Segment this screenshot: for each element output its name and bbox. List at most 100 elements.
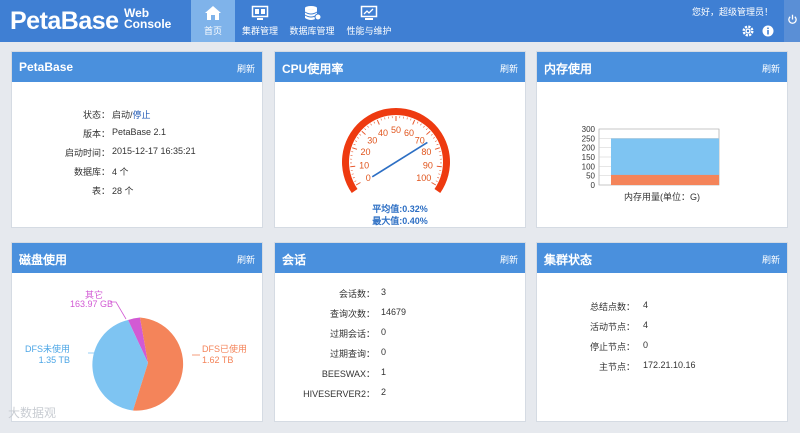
memory-used-bar: [611, 174, 719, 185]
session-row: 查询次数： 14679: [329, 307, 407, 319]
cluster-row: 活动节点： 4: [589, 320, 649, 332]
nav-cluster[interactable]: 集群管理: [237, 0, 283, 42]
gauge-tick: [432, 137, 435, 139]
greeting-text: 您好，超级管理员！: [692, 7, 774, 17]
refresh-button[interactable]: 刷新: [237, 253, 255, 266]
refresh-button[interactable]: 刷新: [500, 62, 518, 75]
session-row: HIVESERVER2： 2: [303, 387, 387, 399]
panel-body: 0 10 20 30 40 50 60 70 80 90 100 平均值:0.32% 最大值:0.4…: [275, 82, 525, 227]
memory-y-tick: 0: [591, 181, 596, 190]
memory-xlabel: 内存用量(单位：G): [624, 191, 700, 202]
memory-y-tick: 50: [586, 172, 595, 181]
disk-pie-chart: 其它 163.97 GB DFS未使用 1.35 TB DFS已使用 1.62 …: [25, 289, 247, 411]
status-label: 状态：: [82, 110, 110, 120]
info-icon[interactable]: [762, 25, 774, 37]
status-row: 状态： 启动/停止: [12, 108, 262, 127]
gauge-tick: [352, 147, 358, 150]
cpu-average: 平均值:0.32%: [372, 203, 428, 214]
session-list: 会话数： 3 查询次数： 14679 过期会话： 0 过期查询： 0 BEESW…: [275, 287, 525, 407]
memory-y-tick: 100: [582, 162, 596, 171]
gauge-tick: [436, 143, 439, 146]
nav-database[interactable]: 数据库管理: [283, 0, 341, 42]
memory-y-tick: 200: [582, 144, 596, 153]
power-icon[interactable]: [787, 14, 798, 25]
nav-performance[interactable]: 性能与维护: [341, 0, 397, 42]
gauge-tick: [416, 121, 419, 124]
refresh-button[interactable]: 刷新: [237, 62, 255, 75]
pie-value-other: 163.97 GB: [70, 299, 113, 309]
panel-body: 总结点数： 4 活动节点： 4 停止节点： 0 主节点： 172.21.10.1…: [537, 273, 787, 421]
panel-disk: 磁盘使用 刷新 其它 163.97 GB DFS未使用 1.35 TB DFS已…: [11, 242, 263, 422]
cpu-gauge: 010203040 50 60708090100 平均值:0.32% 最大值:0.4…: [342, 107, 450, 226]
panel-header: 集群状态 刷新: [537, 243, 787, 273]
panel-header: PetaBase 刷新: [12, 52, 262, 82]
gauge-tick-label: 80: [421, 147, 431, 157]
gauge-tick: [420, 123, 422, 126]
gauge-tick: [364, 128, 367, 131]
start-time-label: 启动时间：: [64, 148, 110, 158]
gauge-tick-label: 20: [361, 147, 371, 157]
pie-value-dfs-unused: 1.35 TB: [39, 355, 70, 365]
panel-header: 会话 刷新: [275, 243, 525, 273]
gauge-tick: [361, 130, 366, 135]
gear-icon[interactable]: [742, 25, 754, 37]
memory-chart: 300250200150100500 内存用量(单位：G): [582, 125, 720, 202]
panel-memory: 内存使用 刷新 300 250 200 150 100 50 0 内存用量(单位：G): [536, 51, 788, 228]
gauge-tick-label: 100: [416, 173, 431, 183]
database-count-label: 数据库：: [73, 167, 110, 177]
table-count-value: 28 个: [112, 186, 134, 196]
gauge-tick: [370, 123, 372, 126]
nav-home-label: 首页: [203, 26, 222, 36]
panel-header: CPU使用率 刷新: [275, 52, 525, 82]
nav-database-label: 数据库管理: [289, 26, 335, 36]
gauge-tick: [438, 173, 441, 175]
version-label: 版本：: [82, 129, 110, 139]
home-icon: [205, 6, 221, 20]
gauge-tick: [430, 133, 433, 136]
gauge-tick: [355, 140, 358, 142]
cluster-list: 总结点数： 4 活动节点： 4 停止节点： 0 主节点： 172.21.10.1…: [537, 300, 787, 380]
nav-cluster-label: 集群管理: [241, 26, 278, 36]
start-time-row: 启动时间： 2015-12-17 16:35:21: [12, 146, 262, 165]
nav-home[interactable]: 首页: [191, 0, 235, 42]
panel-title: PetaBase: [19, 60, 74, 74]
panel-body: 状态： 启动/停止 版本： PetaBase 2.1 启动时间： 2015-12…: [12, 82, 262, 227]
gauge-tick: [436, 165, 442, 168]
version-row: 版本： PetaBase 2.1: [12, 127, 262, 146]
refresh-button[interactable]: 刷新: [762, 62, 780, 75]
gauge-tick: [376, 119, 380, 125]
panel-title: 集群状态: [544, 253, 593, 267]
monitor-icon: [251, 5, 269, 20]
gauge-tick: [367, 125, 369, 128]
gauge-tick: [373, 121, 376, 124]
memory-y-tick: 150: [582, 153, 596, 162]
start-time-value: 2015-12-17 16:35:21: [112, 146, 196, 156]
nav-performance-label: 性能与维护: [346, 26, 392, 36]
pie-label-dfs-used: DFS已使用: [202, 343, 247, 354]
gauge-tick-label: 50: [391, 125, 401, 135]
stop-link[interactable]: 停止: [133, 110, 151, 120]
gauge-tick: [380, 118, 382, 121]
panel-body: 300 250 200 150 100 50 0 内存用量(单位：G): [537, 82, 787, 227]
gauge-tick: [354, 180, 357, 182]
session-row: BEESWAX： 1: [321, 367, 387, 379]
refresh-button[interactable]: 刷新: [762, 253, 780, 266]
gauge-tick-label: 10: [359, 160, 369, 170]
gauge-tick-label: 0: [366, 173, 371, 183]
cluster-row: 总结点数： 4: [589, 300, 649, 312]
status-value: 启动/停止: [112, 110, 151, 120]
table-count-label: 表：: [91, 186, 110, 196]
session-row: 过期查询： 0: [329, 347, 387, 359]
gauge-tick: [435, 180, 438, 182]
panel-body: 其它 163.97 GB DFS未使用 1.35 TB DFS已使用 1.62 …: [12, 273, 262, 421]
status-running: 启动: [112, 110, 131, 120]
database-count-row: 数据库： 4 个: [12, 165, 262, 184]
panel-header: 内存使用 刷新: [537, 52, 787, 82]
gauge-tick-label: 30: [367, 136, 377, 146]
table-count-row: 表： 28 个: [12, 184, 262, 203]
gauge-tick: [437, 177, 440, 179]
gauge-tick: [352, 177, 355, 179]
panel-body: 会话数： 3 查询次数： 14679 过期会话： 0 过期查询： 0 BEESW…: [275, 273, 525, 421]
refresh-button[interactable]: 刷新: [500, 253, 518, 266]
gauge-tick: [434, 140, 437, 142]
